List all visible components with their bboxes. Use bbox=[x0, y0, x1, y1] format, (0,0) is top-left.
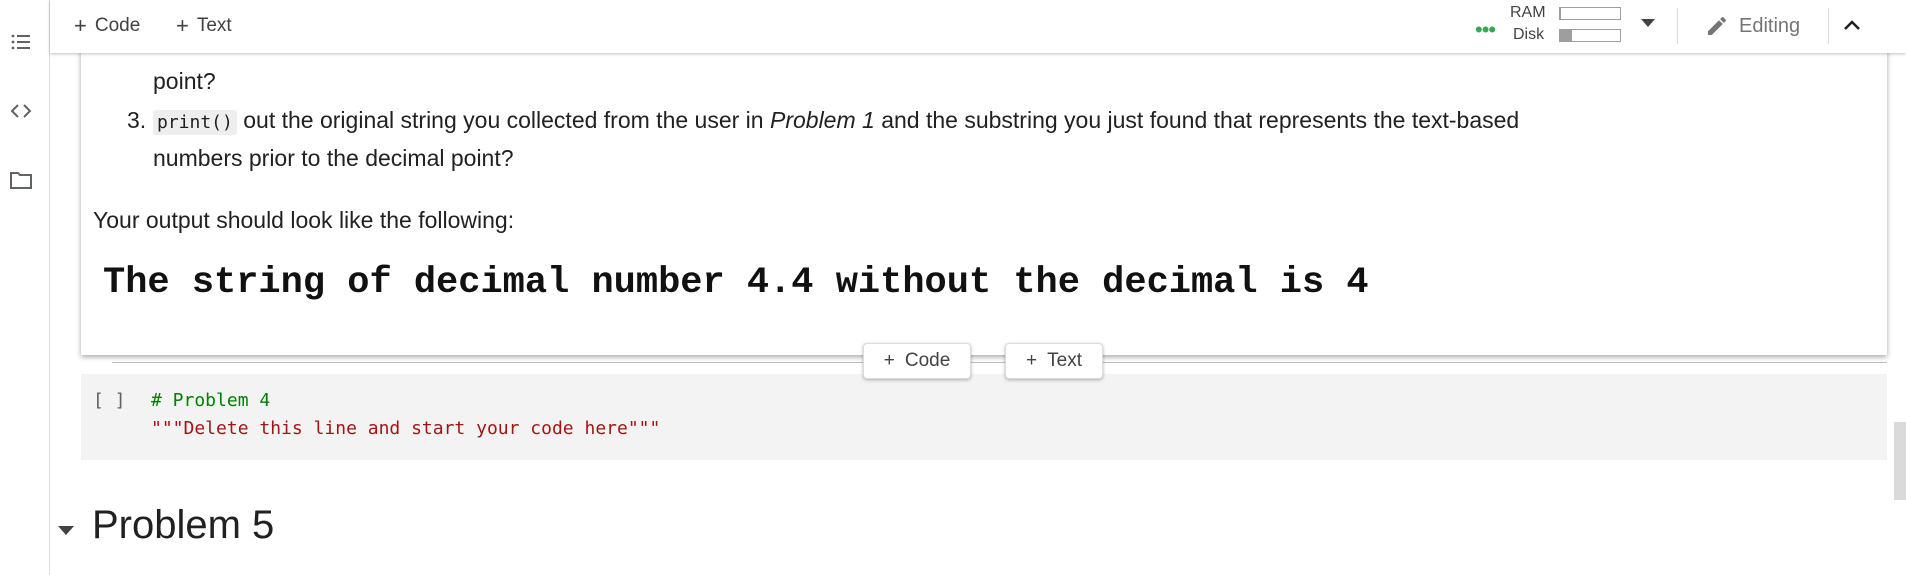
ram-usage-bar bbox=[1559, 7, 1621, 20]
add-code-label: Code bbox=[94, 15, 141, 36]
table-of-contents-icon[interactable] bbox=[9, 30, 33, 54]
plus-icon: + bbox=[883, 350, 895, 371]
add-text-label: Text bbox=[196, 15, 232, 36]
cell-divider bbox=[112, 362, 1887, 363]
disk-usage-bar bbox=[1559, 29, 1621, 42]
add-text-cell-button[interactable]: + Text bbox=[176, 12, 232, 40]
list-number: 3. bbox=[127, 107, 147, 133]
plus-icon: + bbox=[1026, 350, 1038, 371]
insert-code-cell-button[interactable]: + Code bbox=[863, 343, 971, 379]
example-output-text: The string of decimal number 4.4 without… bbox=[103, 262, 1369, 304]
scrollbar-thumb[interactable] bbox=[1894, 422, 1906, 500]
ram-usage-fill bbox=[1560, 8, 1562, 19]
left-sidebar bbox=[0, 0, 50, 575]
connected-status-icon: ••• bbox=[1475, 17, 1496, 42]
code-cell[interactable]: [ ] # Problem 4 """Delete this line and … bbox=[81, 374, 1887, 460]
list-item-text: out the original string you collected fr… bbox=[236, 107, 770, 133]
add-code-cell-button[interactable]: + Code bbox=[74, 12, 140, 40]
list-item-2-tail: point? bbox=[153, 68, 216, 94]
disk-label: Disk bbox=[1513, 26, 1545, 43]
resource-monitor[interactable]: ••• RAM Disk bbox=[1475, 4, 1635, 48]
code-snippets-icon[interactable] bbox=[9, 99, 33, 123]
markdown-cell[interactable]: point? 3. print() out the original strin… bbox=[81, 30, 1887, 355]
files-folder-icon[interactable] bbox=[9, 168, 33, 192]
notebook-toolbar: + Code + Text ••• RAM Disk Editing bbox=[50, 0, 1906, 53]
plus-icon: + bbox=[74, 13, 87, 38]
inline-code: print() bbox=[153, 110, 237, 135]
pencil-icon bbox=[1708, 16, 1726, 35]
list-item-text: and the substring you just found that re… bbox=[874, 107, 1520, 133]
output-intro-text: Your output should look like the followi… bbox=[93, 207, 515, 233]
emphasis-text: Problem 1 bbox=[769, 107, 875, 133]
toolbar-divider bbox=[1677, 8, 1678, 44]
editing-label: Editing bbox=[1739, 14, 1801, 37]
insert-text-label: Text bbox=[1047, 350, 1082, 371]
disk-usage-fill bbox=[1560, 30, 1572, 41]
ram-label: RAM bbox=[1510, 4, 1546, 21]
insert-code-label: Code bbox=[904, 350, 951, 371]
chevron-up-icon[interactable] bbox=[1840, 14, 1864, 38]
plus-icon: + bbox=[176, 13, 189, 38]
editing-mode-button[interactable]: Editing bbox=[1705, 12, 1800, 40]
code-string-line[interactable]: """Delete this line and start your code … bbox=[151, 418, 660, 439]
insert-text-cell-button[interactable]: + Text bbox=[1005, 343, 1103, 379]
section-heading: Problem 5 bbox=[92, 503, 275, 547]
list-item-3: print() out the original string you coll… bbox=[153, 107, 1520, 135]
collapse-section-icon[interactable] bbox=[58, 526, 74, 535]
runtime-dropdown-icon[interactable] bbox=[1641, 19, 1655, 27]
toolbar-divider bbox=[1828, 8, 1829, 44]
code-comment-line[interactable]: # Problem 4 bbox=[151, 390, 270, 411]
list-item-3-line2: numbers prior to the decimal point? bbox=[153, 145, 514, 171]
run-cell-indicator[interactable]: [ ] bbox=[93, 390, 126, 411]
